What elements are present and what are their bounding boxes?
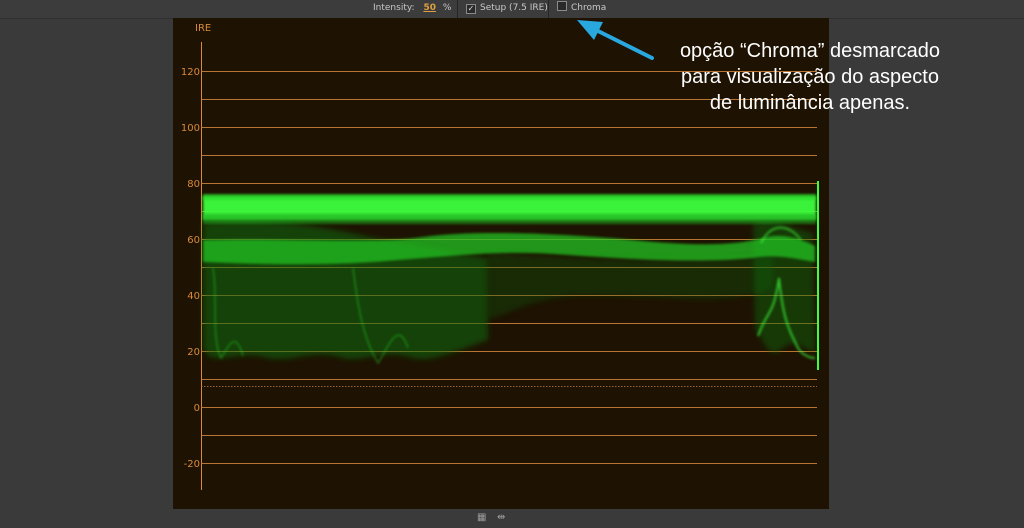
axis-label-60: 60 bbox=[187, 235, 200, 246]
checkmark-icon[interactable]: ✓ bbox=[466, 4, 476, 14]
luma-waveform-trace bbox=[203, 181, 819, 370]
axis-label-20: 20 bbox=[187, 347, 200, 358]
toolbar-divider bbox=[548, 0, 549, 18]
toolbar-divider bbox=[457, 0, 458, 18]
scope-toolbar: Intensity: 50 % ✓ Setup (7.5 IRE) Chroma bbox=[0, 0, 1024, 19]
axis-label-120: 120 bbox=[181, 67, 200, 78]
intensity-unit: % bbox=[442, 3, 452, 13]
ire-unit-label: IRE bbox=[195, 23, 211, 34]
axis-label-80: 80 bbox=[187, 179, 200, 190]
axis-label-0: 0 bbox=[194, 403, 200, 414]
axis-label-40: 40 bbox=[187, 291, 200, 302]
intensity-value[interactable]: 50 bbox=[423, 3, 436, 13]
annotation-line-2: para visualização do aspecto bbox=[681, 66, 939, 88]
annotation-line-1: opção “Chroma” desmarcado bbox=[679, 40, 941, 62]
axis-label-minus-20: -20 bbox=[184, 459, 200, 470]
unchecked-box-icon[interactable] bbox=[557, 1, 567, 11]
scroll-arrows-icon[interactable]: ⇹ bbox=[497, 512, 505, 523]
annotation-callout: opção “Chroma” desmarcado para visualiza… bbox=[640, 38, 980, 116]
setup-label: Setup (7.5 IRE) bbox=[480, 3, 548, 13]
chroma-checkbox[interactable]: Chroma bbox=[557, 0, 606, 18]
setup-checkbox[interactable]: ✓ Setup (7.5 IRE) bbox=[466, 0, 548, 18]
scope-footer: ▦ ⇹ bbox=[475, 512, 515, 526]
axis-label-100: 100 bbox=[181, 123, 200, 134]
intensity-label: Intensity: bbox=[373, 3, 415, 13]
annotation-line-3: de luminância apenas. bbox=[709, 92, 911, 114]
intensity-control[interactable]: Intensity: 50 % bbox=[373, 0, 451, 18]
film-strip-icon[interactable]: ▦ bbox=[477, 512, 486, 523]
chroma-label: Chroma bbox=[571, 3, 607, 13]
